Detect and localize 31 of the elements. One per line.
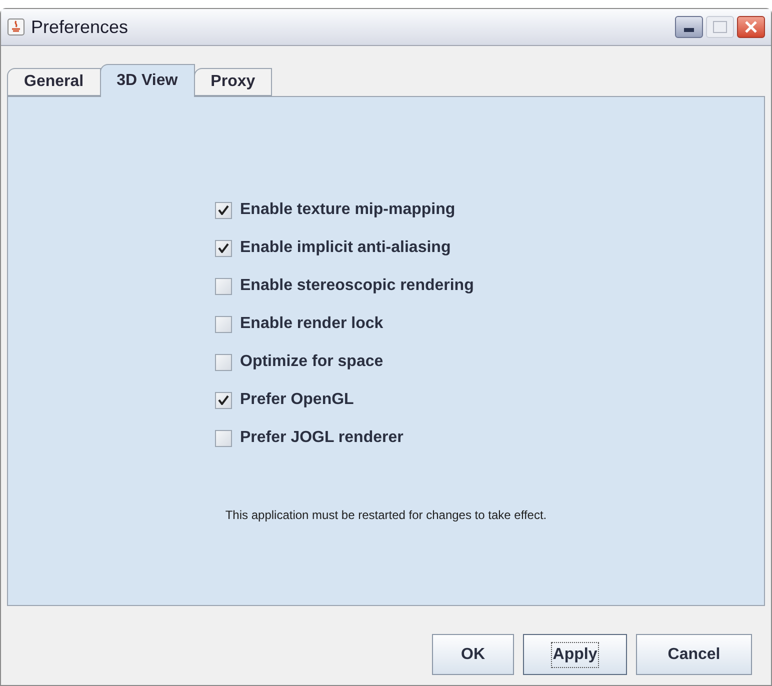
check-icon [218, 243, 229, 253]
checkbox[interactable] [215, 354, 232, 370]
checkbox-option[interactable]: Enable texture mip-mapping [215, 200, 474, 220]
checkbox[interactable] [215, 316, 232, 332]
checkbox[interactable] [215, 392, 232, 408]
minimize-icon [684, 28, 694, 32]
tab[interactable]: General [7, 68, 101, 96]
app-icon [7, 18, 25, 36]
restart-note: This application must be restarted for changes to take effect. [225, 507, 547, 524]
checkbox-option[interactable]: Enable stereoscopic rendering [215, 276, 474, 296]
dialog-button[interactable]: Cancel [636, 634, 752, 675]
checkbox[interactable] [215, 278, 232, 294]
checkbox[interactable] [215, 240, 232, 256]
check-icon [218, 395, 229, 405]
checkbox[interactable] [215, 202, 232, 218]
checkbox-option[interactable]: Enable implicit anti-aliasing [215, 238, 474, 258]
tab[interactable]: 3D View [100, 64, 195, 97]
tab[interactable]: Proxy [194, 68, 272, 96]
check-icon [218, 205, 229, 215]
maximize-icon [713, 21, 727, 33]
close-icon [744, 20, 758, 34]
checkbox-option[interactable]: Prefer OpenGL [215, 390, 474, 410]
checkbox[interactable] [215, 430, 232, 446]
checkbox-option[interactable]: Prefer JOGL renderer [215, 428, 474, 448]
dialog-button[interactable]: OK [432, 634, 514, 675]
dialog-button[interactable]: Apply [523, 634, 627, 675]
window-title: Preferences [31, 16, 128, 38]
minimize-button[interactable] [675, 16, 703, 38]
close-button[interactable] [737, 16, 765, 38]
checkbox-option[interactable]: Enable render lock [215, 314, 474, 334]
checkbox-option[interactable]: Optimize for space [215, 352, 474, 372]
